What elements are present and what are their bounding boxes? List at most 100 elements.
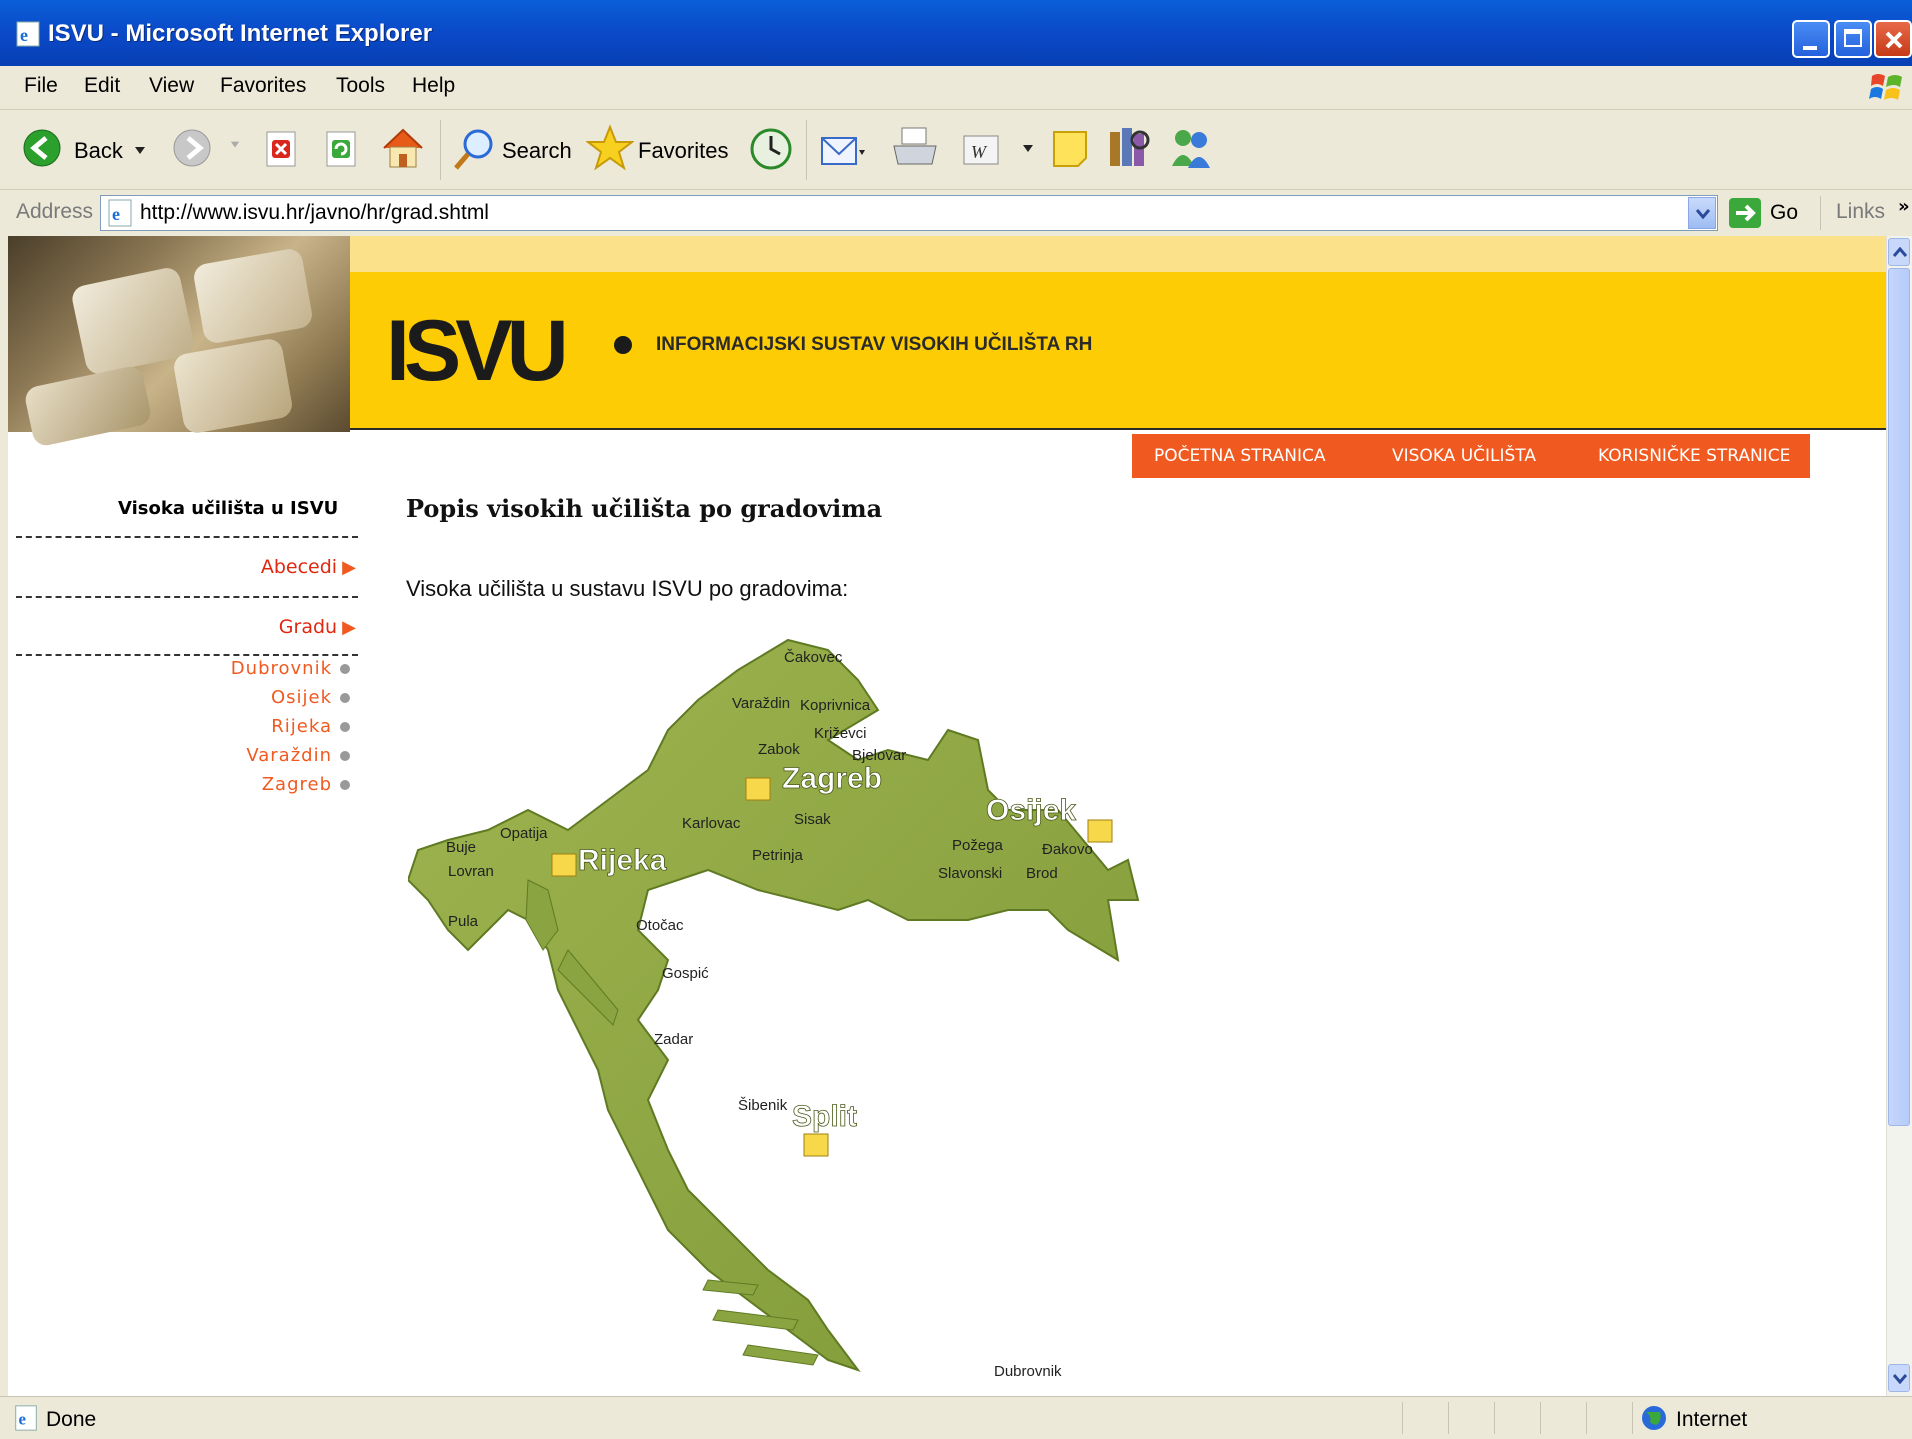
croatia-map[interactable]: Čakovec Varaždin Koprivnica Križevci Zab… <box>408 630 1208 1390</box>
favorites-icon[interactable] <box>586 124 634 172</box>
osijek-cube-icon[interactable] <box>1087 819 1113 843</box>
bullet-icon <box>340 693 350 703</box>
city-label: Osijek <box>270 687 332 708</box>
logo-dot <box>614 336 632 354</box>
map-city-rijeka[interactable]: Rijeka <box>578 844 668 878</box>
back-icon[interactable] <box>22 128 62 168</box>
go-arrow-icon <box>1729 198 1761 228</box>
links-separator <box>1820 196 1821 230</box>
zagreb-cube-icon[interactable] <box>745 777 771 801</box>
menu-view[interactable]: View <box>149 74 194 98</box>
messenger-icon[interactable] <box>1168 126 1214 170</box>
forward-dropdown-icon[interactable] <box>230 140 240 150</box>
sidebar-link-gradu[interactable]: Gradu ▶ <box>238 616 356 638</box>
map-town: Požega <box>952 837 1004 854</box>
menu-file[interactable]: File <box>24 74 58 98</box>
map-town: Otočac <box>636 917 684 934</box>
history-icon[interactable] <box>748 126 794 172</box>
security-zone: Internet <box>1676 1408 1748 1431</box>
title-bar: e ISVU - Microsoft Internet Explorer <box>0 0 1912 66</box>
page-title: Popis visokih učilišta po gradovima <box>406 494 883 523</box>
map-town: Križevci <box>814 725 867 742</box>
city-label: Dubrovnik <box>230 658 332 679</box>
address-dropdown[interactable] <box>1688 197 1716 229</box>
sidebar-city-rijeka[interactable]: Rijeka <box>158 716 350 737</box>
toolbar-separator <box>440 120 441 180</box>
back-button[interactable]: Back <box>74 138 123 164</box>
scroll-down-button[interactable] <box>1888 1364 1910 1392</box>
page-description: Visoka učilišta u sustavu ISVU po gradov… <box>406 576 849 601</box>
status-separator <box>1632 1402 1633 1434</box>
sidebar-title: Visoka učilišta u ISVU <box>118 498 339 519</box>
search-button[interactable]: Search <box>502 138 572 164</box>
rijeka-cube-icon[interactable] <box>551 853 577 877</box>
print-icon[interactable] <box>890 124 940 172</box>
stop-icon[interactable] <box>264 130 300 170</box>
isvu-logo[interactable]: ISVU <box>386 302 569 401</box>
search-icon[interactable] <box>452 126 498 172</box>
menu-edit[interactable]: Edit <box>84 74 120 98</box>
maximize-button[interactable] <box>1834 20 1872 58</box>
map-city-osijek[interactable]: Osijek <box>986 794 1077 828</box>
go-button[interactable]: Go <box>1728 195 1800 231</box>
map-town: Koprivnica <box>800 697 871 714</box>
city-label: Rijeka <box>271 716 332 737</box>
forward-icon[interactable] <box>172 128 212 168</box>
discuss-icon[interactable] <box>1050 128 1092 170</box>
go-label: Go <box>1770 201 1799 224</box>
menu-help[interactable]: Help <box>412 74 455 98</box>
edit-dropdown-icon[interactable] <box>1022 144 1034 154</box>
svg-text:e: e <box>19 1410 27 1429</box>
island-korcula <box>742 1344 819 1366</box>
map-town: Karlovac <box>682 815 741 832</box>
sidebar-city-osijek[interactable]: Osijek <box>158 687 350 708</box>
links-more-icon[interactable]: » <box>1898 196 1910 217</box>
menu-tools[interactable]: Tools <box>336 74 385 98</box>
map-town: Zabok <box>758 741 800 758</box>
city-label: Varaždin <box>246 745 332 766</box>
address-url[interactable]: http://www.isvu.hr/javno/hr/grad.shtml <box>140 201 489 225</box>
edit-word-icon[interactable]: W <box>962 134 1000 166</box>
minimize-button[interactable] <box>1792 20 1830 58</box>
sidebar-link-label: Gradu <box>278 616 338 638</box>
refresh-icon[interactable] <box>324 130 360 170</box>
scroll-up-button[interactable] <box>1888 238 1910 266</box>
map-town: Pula <box>448 913 479 930</box>
bullet-icon <box>340 722 350 732</box>
arrow-right-icon: ▶ <box>342 617 356 638</box>
map-town: Lovran <box>448 863 494 880</box>
research-icon[interactable] <box>1106 124 1154 170</box>
arrow-right-icon: ▶ <box>342 557 356 578</box>
favorites-button[interactable]: Favorites <box>638 138 728 164</box>
nav-visoka-ucilista[interactable]: VISOKA UČILIŠTA <box>1392 446 1536 466</box>
city-label: Zagreb <box>261 774 332 795</box>
sidebar-city-varazdin[interactable]: Varaždin <box>158 745 350 766</box>
address-label: Address <box>16 200 94 223</box>
map-city-split[interactable]: Split <box>792 1100 858 1134</box>
scroll-thumb[interactable] <box>1888 268 1910 1126</box>
map-town: Đakovo <box>1042 841 1093 858</box>
page-viewport: ISVU INFORMACIJSKI SUSTAV VISOKIH UČILIŠ… <box>8 236 1886 1396</box>
back-dropdown-icon[interactable] <box>134 146 146 156</box>
links-button[interactable]: Links <box>1836 200 1885 224</box>
nav-korisnicke[interactable]: KORISNIČKE STRANICE <box>1598 446 1790 466</box>
close-button[interactable] <box>1874 20 1912 58</box>
sidebar-city-dubrovnik[interactable]: Dubrovnik <box>158 658 350 679</box>
nav-pocetna[interactable]: POČETNA STRANICA <box>1154 446 1326 466</box>
map-town: Sisak <box>794 811 831 828</box>
sidebar-city-zagreb[interactable]: Zagreb <box>158 774 350 795</box>
toolbar-separator <box>806 120 807 180</box>
map-town: Brod <box>1026 865 1058 882</box>
menu-favorites[interactable]: Favorites <box>220 74 306 98</box>
mail-icon[interactable] <box>818 128 866 170</box>
status-text: Done <box>46 1408 97 1431</box>
status-separator <box>1448 1402 1449 1434</box>
home-icon[interactable] <box>380 126 426 170</box>
divider <box>16 596 358 598</box>
map-town: Varaždin <box>732 695 790 712</box>
map-city-zagreb[interactable]: Zagreb <box>782 762 883 796</box>
map-town: Šibenik <box>738 1097 788 1114</box>
map-town: Opatija <box>500 825 548 842</box>
split-cube-icon[interactable] <box>803 1133 829 1157</box>
sidebar-link-abecedi[interactable]: Abecedi ▶ <box>238 556 356 578</box>
